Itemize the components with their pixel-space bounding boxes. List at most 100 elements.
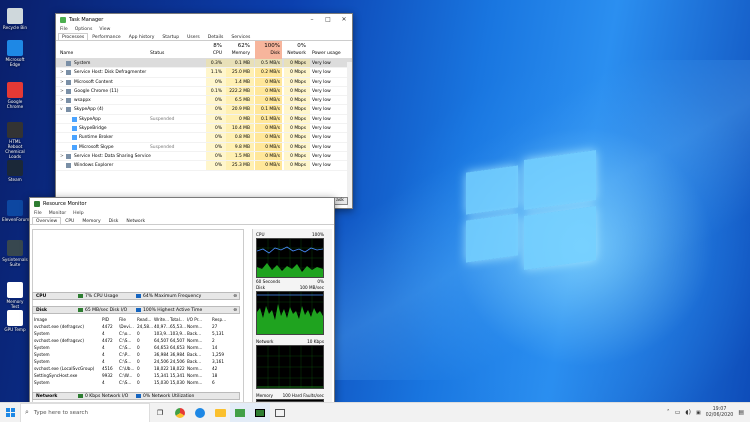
chrome-taskbar-icon[interactable]	[170, 403, 190, 422]
task-manager-taskbar-icon[interactable]	[230, 402, 250, 422]
disk-section-header[interactable]: Disk 65 MB/sec Disk I/O 100% Highest Act…	[32, 306, 240, 314]
desktop-icon-microsoft-edge[interactable]: Microsoft Edge	[2, 40, 28, 67]
process-row[interactable]: > Google Chrome (11) 0.1% 222.2 MB 0 MB/s 0 M…	[56, 86, 352, 97]
menu-options[interactable]: Options	[75, 27, 93, 32]
disk-cell: svchost.exe (defragsvc)	[34, 338, 84, 343]
notifications-icon[interactable]: ▤	[738, 409, 744, 416]
tab-users[interactable]: Users	[183, 33, 204, 40]
disk-col-header[interactable]: Write...	[154, 317, 169, 322]
process-row[interactable]: Windows Explorer 0% 25.3 MB 0 MB/s 0 Mbps Ver…	[56, 161, 352, 171]
process-row[interactable]: SkypeBridge 0% 10.4 MB 0 MB/s 0 Mbps Very low	[56, 124, 352, 134]
disk-table-row[interactable]: svchost.exe (defragsvc) 4472 C:\S... 0 64,50…	[32, 337, 238, 344]
disk-col-header[interactable]: Total...	[170, 317, 184, 322]
process-table-scrollbar[interactable]	[347, 62, 352, 208]
disk-col-header[interactable]: Read...	[137, 317, 152, 322]
tab-cpu[interactable]: CPU	[61, 217, 78, 224]
header-cpu-pct[interactable]: 8%	[206, 43, 222, 49]
disk-table-row[interactable]: svchost.exe (LocalSvcGroup) 4516 C:\Ub... 0…	[32, 365, 238, 372]
volume-icon[interactable]: ◖)	[685, 409, 691, 416]
cpu-section-collapse-icon[interactable]: ⊖	[233, 294, 237, 299]
tab-network[interactable]: Network	[122, 217, 149, 224]
tab-startup[interactable]: Startup	[158, 33, 183, 40]
disk-table-row[interactable]: System 4 C:\P... 0 36,984 36,984 Back... 1,259	[32, 351, 238, 358]
process-row[interactable]: System 0.3% 0.1 MB 0.5 MB/s 0 Mbps Very low	[56, 59, 352, 69]
desktop-icon-google-chrome[interactable]: Google Chrome	[2, 82, 28, 109]
disk-cell: Norm...	[187, 324, 203, 329]
process-row[interactable]: v SkypeApp (4) 0% 20.9 MB 0.1 MB/s 0 Mbps Very…	[56, 105, 352, 115]
tab-memory[interactable]: Memory	[78, 217, 104, 224]
header-memory[interactable]: Memory	[226, 51, 250, 56]
tab-disk[interactable]: Disk	[105, 217, 123, 224]
tab-details[interactable]: Details	[204, 33, 228, 40]
rm-menu-file[interactable]: File	[34, 211, 42, 216]
desktop-icon-gpu-temp[interactable]: GPU Temp	[2, 310, 28, 332]
start-button[interactable]	[0, 403, 20, 422]
maximize-icon[interactable]: □	[320, 16, 336, 23]
header-network-pct[interactable]: 0%	[284, 43, 306, 49]
disk-section-collapse-icon[interactable]: ⊖	[233, 308, 237, 313]
header-name[interactable]: Name	[60, 51, 73, 56]
file-explorer-icon[interactable]	[210, 403, 230, 422]
desktop-icon-memory-test[interactable]: Memory Test	[2, 282, 28, 309]
cpu-section-header[interactable]: CPU 7% CPU Usage 64% Maximum Frequency ⊖	[32, 292, 240, 300]
process-row[interactable]: Microsoft Skype Suspended 0% 9.8 MB 0 MB/s 0 …	[56, 142, 352, 152]
disk-cell: System	[34, 352, 50, 357]
header-disk[interactable]: Disk	[255, 51, 280, 56]
disk-table-row[interactable]: SettingSyncHost.exe 9932 C:\W... 0 15,341 15,…	[32, 372, 238, 379]
disk-cell: Back...	[187, 359, 202, 364]
language-icon[interactable]: ▣	[696, 410, 701, 416]
tab-services[interactable]: Services	[227, 33, 254, 40]
process-row[interactable]: > Service Host: Disk Defragmenter 1.1% 25.0…	[56, 68, 352, 78]
process-row[interactable]: > Microsoft Content 0% 1.4 MB 0 MB/s 0 Mbps Ve…	[56, 77, 352, 87]
tab-processes[interactable]: Processes	[58, 33, 89, 40]
disk-col-header[interactable]: Image	[34, 317, 47, 322]
photos-taskbar-icon[interactable]	[270, 403, 290, 422]
disk-col-header[interactable]: Resp...	[212, 317, 226, 322]
network-icon[interactable]: ▭	[675, 409, 681, 416]
rm-menu-monitor[interactable]: Monitor	[49, 211, 66, 216]
process-row[interactable]: SkypeApp Suspended 0% 0 MB 0.1 MB/s 0 Mbps Ver…	[56, 114, 352, 125]
desktop-icon-sysinternals-suite[interactable]: Sysinternals Suite	[2, 240, 28, 267]
tab-performance[interactable]: Performance	[88, 33, 125, 40]
tab-app-history[interactable]: App history	[125, 33, 159, 40]
disk-table-row[interactable]: System 4 C:\S... 0 64,653 64,653 Norm... 14	[32, 344, 238, 351]
disk-table-row[interactable]: svchost.exe (defragsvc) 4472 \Devi... 24,58…	[32, 323, 238, 330]
header-status[interactable]: Status	[150, 51, 164, 56]
close-icon[interactable]: ✕	[336, 16, 352, 23]
tab-overview[interactable]: Overview	[32, 217, 62, 224]
resource-monitor-titlebar[interactable]: Resource Monitor	[30, 198, 334, 209]
desktop-icon-steam[interactable]: Steam	[2, 160, 28, 182]
task-manager-titlebar[interactable]: Task Manager – □ ✕	[56, 14, 352, 25]
process-power: Very low	[312, 144, 331, 150]
process-row[interactable]: Runtime Broker 0% 0.8 MB 0 MB/s 0 Mbps Very l…	[56, 133, 352, 143]
menu-file[interactable]: File	[60, 27, 68, 32]
header-network[interactable]: Network	[284, 51, 306, 56]
taskbar-search-box[interactable]: ⌕ Type here to search	[20, 402, 150, 422]
chevron-up-icon[interactable]: ˄	[667, 409, 670, 416]
disk-col-header[interactable]: File	[119, 317, 126, 322]
header-memory-pct[interactable]: 62%	[226, 43, 250, 49]
disk-table-row[interactable]: System 4 C:\S... 0 15,030 15,030 Norm... 6	[32, 379, 238, 386]
clock[interactable]: 19:07 02/06/2020	[706, 407, 734, 419]
disk-col-header[interactable]: I/O Pr...	[187, 317, 202, 322]
disk-col-header[interactable]: PID	[102, 317, 109, 322]
task-manager-window[interactable]: Task Manager – □ ✕ File Options View Pro…	[55, 13, 353, 209]
header-power[interactable]: Power usage	[312, 51, 341, 56]
process-row[interactable]: > wsappx 0% 6.5 MB 0 MB/s 0 Mbps Very low	[56, 96, 352, 106]
network-section-header[interactable]: Network 0 Kbps Network I/O 0% Network Ut…	[32, 392, 240, 400]
menu-view[interactable]: View	[99, 27, 110, 32]
desktop-icon-elevenforum[interactable]: ElevenForum	[2, 200, 29, 222]
disk-table-row[interactable]: System 4 C:\o... 0 103,9... 103,9... Back... 5,…	[32, 330, 238, 337]
edge-taskbar-icon[interactable]	[190, 403, 210, 422]
resource-monitor-taskbar-icon[interactable]	[250, 402, 270, 422]
header-disk-pct[interactable]: 100%	[255, 43, 280, 49]
process-row[interactable]: > Service Host: Data Sharing Service 0% 1.5…	[56, 151, 352, 162]
process-icon	[72, 144, 77, 150]
minimize-icon[interactable]: –	[304, 16, 320, 23]
desktop-icon-html-reboot-chemical-loads[interactable]: HTML Reboot Chemical Loads	[2, 122, 28, 159]
task-view-icon[interactable]: ❐	[150, 403, 170, 422]
header-cpu[interactable]: CPU	[206, 51, 222, 56]
desktop-icon-recycle-bin[interactable]: Recycle Bin	[2, 8, 28, 30]
disk-table-row[interactable]: System 4 C:\S... 0 24,506 24,506 Back... 3,161	[32, 358, 238, 365]
rm-menu-help[interactable]: Help	[73, 211, 83, 216]
